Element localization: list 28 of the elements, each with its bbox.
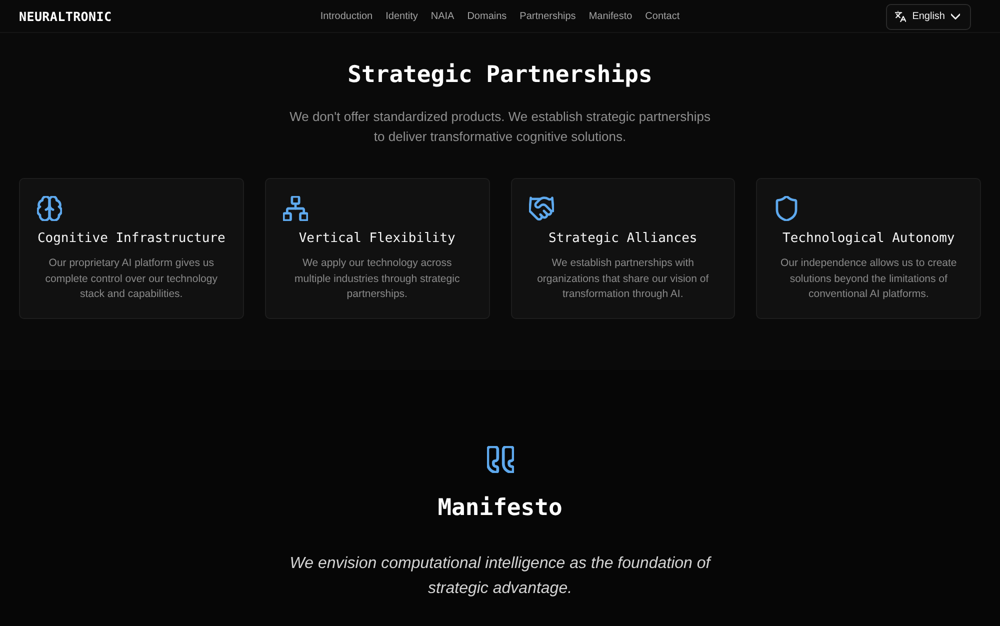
card-title: Strategic Alliances bbox=[548, 230, 698, 248]
card-title: Vertical Flexibility bbox=[298, 230, 456, 248]
quote-icon bbox=[486, 446, 514, 473]
shield-icon bbox=[774, 196, 800, 221]
manifesto-quote: We envision computational intelligence as the foundation of strategic advantage. bbox=[288, 554, 712, 599]
logo[interactable]: NEURALTRONIC bbox=[19, 8, 112, 24]
brain-icon bbox=[37, 196, 62, 221]
handshake-icon bbox=[528, 196, 554, 221]
nav-link[interactable]: Manifesto bbox=[588, 10, 632, 22]
card-description: We apply our technology across multiple industries through strategic partnerships. bbox=[294, 256, 461, 302]
section-subtitle: We don't offer standardized products. We establish strategic partnerships to deliver transformative cognitive solutions. bbox=[288, 108, 712, 146]
nav-link[interactable]: NAIA bbox=[430, 10, 454, 22]
nav-link[interactable]: Contact bbox=[645, 10, 680, 22]
hierarchy-icon bbox=[282, 196, 308, 221]
card-description: Our proprietary AI platform gives us complete control over our technology stack and capabilities. bbox=[44, 256, 218, 302]
card-description: We establish partnerships with organizations that share our vision of transformation through AI. bbox=[536, 256, 710, 302]
card-title: Cognitive Infrastructure bbox=[37, 230, 226, 248]
nav-link[interactable]: Identity bbox=[386, 10, 418, 22]
card-title: Technological Autonomy bbox=[782, 230, 955, 248]
chevron-down-icon bbox=[951, 12, 960, 21]
translate-icon bbox=[895, 11, 906, 22]
section-title: Strategic Partnerships bbox=[348, 61, 652, 90]
card-description: Our independence allows us to create solutions beyond the limitations of conventional AI platforms. bbox=[779, 256, 958, 302]
nav-link[interactable]: Introduction bbox=[320, 10, 373, 22]
nav-link[interactable]: Partnerships bbox=[520, 10, 576, 22]
manifesto-title: Manifesto bbox=[438, 494, 562, 523]
language-button[interactable]: English bbox=[886, 4, 971, 30]
nav-link[interactable]: Domains bbox=[467, 10, 507, 22]
